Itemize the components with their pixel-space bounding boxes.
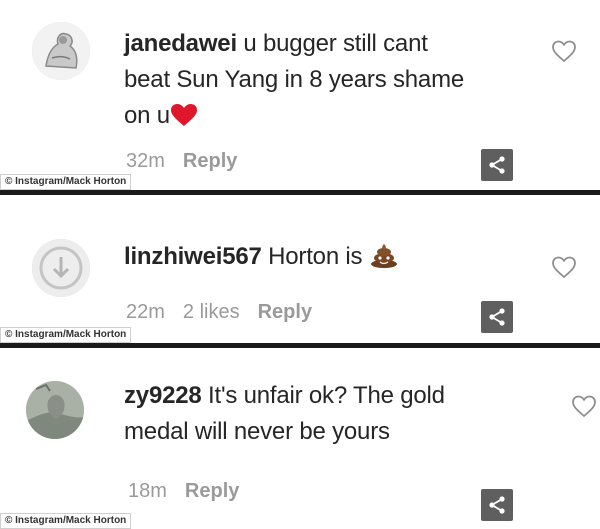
like-heart-icon[interactable] [551,255,577,279]
comment-line: It's unfair ok? The gold [208,382,445,409]
share-button[interactable] [481,149,513,181]
comment-card-3: zy9228 It's unfair ok? The gold medal wi… [0,348,600,529]
comment-text: janedawei u bugger still cant beat Sun Y… [124,26,504,138]
share-icon [489,156,505,174]
timestamp: 22m [126,301,165,323]
avatar-image [32,22,90,80]
avatar-image [26,381,84,439]
timestamp: 32m [126,150,165,172]
reply-link[interactable]: Reply [185,480,239,502]
photo-credit: © Instagram/Mack Horton [0,174,132,190]
reply-link[interactable]: Reply [183,150,237,172]
comment-meta: 18m Reply [128,480,257,503]
comment-meta: 32m Reply [126,150,255,173]
comment-text: linzhiwei567 Horton is [124,239,504,279]
comment-line: beat Sun Yang in 8 years shame [124,66,465,93]
username[interactable]: zy9228 [124,382,202,409]
comment-line: on u [124,102,170,129]
reply-link[interactable]: Reply [258,301,312,323]
likes-count[interactable]: 2 likes [183,301,240,323]
comment-line: Horton is [268,243,363,270]
avatar[interactable] [26,381,84,439]
red-heart-icon [170,102,198,138]
share-icon [489,496,505,514]
photo-credit: © Instagram/Mack Horton [0,513,132,529]
comment-text: zy9228 It's unfair ok? The gold medal wi… [124,378,544,450]
share-button[interactable] [481,489,513,521]
avatar[interactable] [32,22,90,80]
like-heart-icon[interactable] [551,39,577,63]
comment-line: medal will never be yours [124,418,390,445]
share-icon [489,308,505,326]
photo-credit: © Instagram/Mack Horton [0,327,132,343]
comment-meta: 22m 2 likes Reply [126,301,330,324]
comment-card-1: janedawei u bugger still cant beat Sun Y… [0,0,600,190]
like-heart-icon[interactable] [571,394,597,418]
poop-emoji-icon [369,242,399,279]
username[interactable]: linzhiwei567 [124,243,262,270]
username[interactable]: janedawei [124,30,237,57]
comment-card-2: linzhiwei567 Horton is 22m 2 likes Reply ©… [0,195,600,343]
timestamp: 18m [128,480,167,502]
share-button[interactable] [481,301,513,333]
comment-line: u bugger still cant [243,30,428,57]
default-avatar-icon [32,239,90,297]
avatar[interactable] [32,239,90,297]
